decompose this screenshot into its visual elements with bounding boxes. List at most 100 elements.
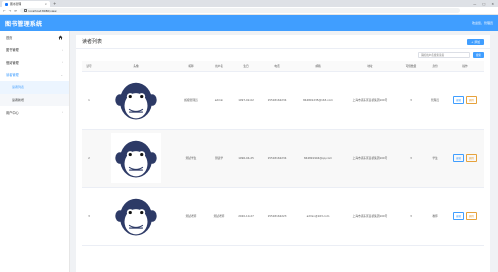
avatar [111,191,161,241]
sidebar-item-borrow[interactable]: 借阅管理 › [0,56,69,69]
info-icon [24,9,27,12]
monkey-avatar-icon [115,140,157,178]
url-text: localhost:8080/view [28,8,57,13]
sidebar-item-readers[interactable]: 读者管理 ⌄ [0,69,69,82]
cell-birthday: 1996-04-25 [232,129,260,188]
maximize-icon[interactable]: □ [482,2,485,6]
monkey-avatar-icon [115,82,157,120]
delete-button[interactable]: 删除 [466,212,478,220]
cell-address: 上海市浦东区蓝桥集团100号 [342,71,398,130]
user-greeting[interactable]: 欢迎您，管理员 [472,21,493,25]
cell-nickname: 测试老师 [176,187,206,246]
column-header[interactable]: 地址 [342,61,398,72]
cell-role: 教师 [424,187,446,246]
close-window-icon[interactable]: × [491,2,494,6]
main-content: 读者列表 + 添加 搜索 读号 头像 昵称 用户名 生日 电话 邮箱 地址 [70,31,498,272]
column-header[interactable]: 操作 [446,61,484,72]
favicon-icon [5,2,8,6]
cell-address: 上海市浦东区蓝桥集团100号 [342,187,398,246]
cell-birthday: 1997-02-02 [232,71,260,130]
add-reader-button[interactable]: + 添加 [467,38,484,45]
chevron-right-icon: › [61,60,63,65]
tab-close-icon[interactable]: × [45,2,47,6]
table-row: 2 测试学生 测试学 1996-04-25 15518162234 844891… [82,129,484,188]
cell-avatar [96,71,176,130]
page-title: 读者列表 [82,39,103,45]
window-controls: — □ × [473,2,498,6]
column-header[interactable]: 身份 [424,61,446,72]
home-icon [58,35,63,40]
minimize-icon[interactable]: — [473,2,476,6]
delete-button[interactable]: 删除 [466,154,478,162]
cell-username: 测试学 [206,129,232,188]
table-row: 1 超级管理员 admin 1997-02-02 15518162234 844… [82,71,484,130]
url-field[interactable]: localhost:8080/view [20,7,461,14]
column-header[interactable]: 可借数量 [398,61,424,72]
cell-id: 2 [82,129,96,188]
cell-nickname: 超级管理员 [176,71,206,130]
chevron-down-icon: ⌄ [60,72,63,77]
avatar [111,75,161,125]
cell-username: 测试老师 [206,187,232,246]
back-icon[interactable]: ← [3,9,6,13]
table-row: 3 测试老师 测试老师 2020-10-27 15518162223 admin… [82,187,484,246]
sidebar: 首页 图书管理 › 借阅管理 › 读者管理 ⌄ 读者列表 读者新增 用户中心 › [0,31,70,272]
edit-button[interactable]: 编辑 [452,154,464,162]
forward-icon[interactable]: → [9,9,12,13]
sidebar-item-label: 图书管理 [6,48,19,53]
monkey-avatar-icon [115,198,157,236]
sidebar-item-user-center[interactable]: 用户中心 › [0,106,69,119]
avatar [111,133,161,183]
browser-tabbar: 图书管理 × + — □ × [0,0,498,7]
tab-title: 图书管理 [10,2,22,6]
column-header[interactable]: 生日 [232,61,260,72]
column-header[interactable]: 头像 [96,61,176,72]
cell-email: admin@163.com [294,187,342,246]
cell-role: 学生 [424,129,446,188]
chevron-right-icon: › [61,110,63,115]
reader-list-panel: 读者列表 + 添加 搜索 读号 头像 昵称 用户名 生日 电话 邮箱 地址 [76,35,490,272]
app-header: 图书管理系统 欢迎您，管理员 [0,15,498,31]
cell-avatar [96,187,176,246]
table-header-row: 读号 头像 昵称 用户名 生日 电话 邮箱 地址 可借数量 身份 操作 [82,61,484,72]
sidebar-item-label: 用户中心 [6,110,19,115]
column-header[interactable]: 电话 [260,61,294,72]
edit-button[interactable]: 编辑 [452,212,464,220]
cell-role: 管理员 [424,71,446,130]
cell-phone: 15518162234 [260,129,294,188]
sidebar-subitem-reader-list[interactable]: 读者列表 [0,81,69,94]
cell-email: 844891235@163.com [294,71,342,130]
column-header[interactable]: 邮箱 [294,61,342,72]
cell-actions: 编辑 删除 [446,71,484,130]
column-header[interactable]: 读号 [82,61,96,72]
reader-table: 读号 头像 昵称 用户名 生日 电话 邮箱 地址 可借数量 身份 操作 1 超级… [82,61,484,246]
new-tab-button[interactable]: + [53,1,56,6]
cell-nickname: 测试学生 [176,129,206,188]
cell-quota: 3 [398,129,424,188]
cell-id: 1 [82,71,96,130]
cell-phone: 15518162223 [260,187,294,246]
chevron-right-icon: › [61,47,63,52]
sidebar-item-home[interactable]: 首页 [0,31,69,44]
cell-username: admin [206,71,232,130]
sidebar-subitem-reader-add[interactable]: 读者新增 [0,93,69,106]
edit-button[interactable]: 编辑 [452,96,464,104]
column-header[interactable]: 用户名 [206,61,232,72]
column-header[interactable]: 昵称 [176,61,206,72]
reload-icon[interactable]: ⟳ [14,9,17,13]
cell-quota: 3 [398,71,424,130]
cell-avatar [96,129,176,188]
panel-header: 读者列表 + 添加 [76,35,490,49]
address-bar: ← → ⟳ localhost:8080/view [0,7,498,15]
search-button[interactable]: 搜索 [472,52,484,58]
sidebar-item-label: 借阅管理 [6,60,19,65]
search-input[interactable] [417,52,470,58]
app-title: 图书管理系统 [5,20,43,28]
delete-button[interactable]: 删除 [466,96,478,104]
sidebar-item-label: 读者管理 [6,73,19,78]
sidebar-item-books[interactable]: 图书管理 › [0,44,69,57]
sidebar-item-label: 首页 [6,35,13,40]
cell-phone: 15518162234 [260,71,294,130]
cell-quota: 3 [398,187,424,246]
cell-actions: 编辑 删除 [446,129,484,188]
